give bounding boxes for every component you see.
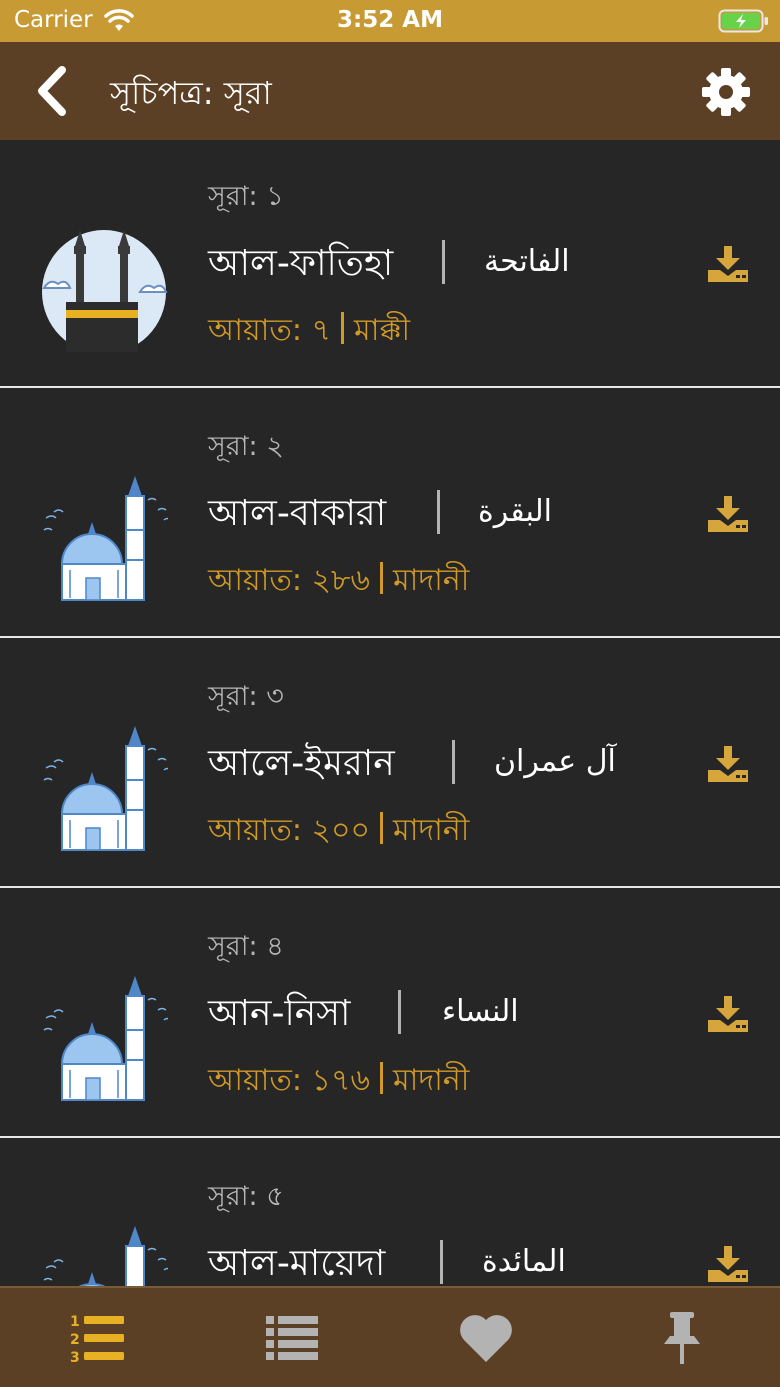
sura-number: সূরা: ৪ (208, 931, 284, 962)
list-item[interactable]: সূরা: ৪ আন-নিসা النساء আয়াত: ১৭৬ মাদানী (0, 890, 780, 1138)
divider (437, 490, 440, 534)
sura-name: আন-নিসা (208, 993, 351, 1034)
sura-name: আল-মায়েদা (208, 1243, 386, 1284)
divider (452, 740, 455, 784)
sura-number: সূরা: ২ (208, 431, 284, 462)
tab-bar: 1 2 3 (0, 1286, 780, 1387)
kaaba-icon (42, 230, 168, 352)
revelation-type: মাদানী (393, 563, 470, 598)
sura-arabic-name: آل عمران (494, 744, 616, 779)
heart-icon[interactable] (456, 1308, 516, 1368)
sura-list[interactable]: সূরা: ১ আল-ফাতিহা الفاتحة আয়াত: ৭ মাক্কী (0, 140, 780, 1286)
ayat-count: আয়াত: ৭ (208, 313, 332, 348)
back-button[interactable] (28, 64, 78, 118)
sura-meta: আয়াত: ১৭৬ মাদানী (208, 1056, 469, 1107)
sura-meta: আয়াত: ২৮৬ মাদানী (208, 556, 469, 607)
sura-meta: আয়াত: ২০০ মাদানী (208, 806, 469, 857)
ayat-count: আয়াত: ১৭৬ (208, 1063, 370, 1098)
divider (380, 1062, 383, 1094)
status-time: 3:52 AM (337, 7, 443, 33)
sura-number: সূরা: ৫ (208, 1181, 284, 1212)
page-title: সূচিপত্র: সূরা (110, 74, 272, 112)
revelation-type: মাদানী (393, 1063, 470, 1098)
divider (380, 812, 384, 844)
list-item[interactable]: সূরা: ৫ আল-মায়েদা المائدة (0, 1140, 780, 1286)
download-icon[interactable] (706, 744, 750, 784)
numbered-list-icon[interactable]: 1 2 3 (68, 1308, 128, 1368)
sura-number: সূরা: ১ (208, 181, 284, 212)
gear-icon[interactable] (700, 66, 752, 118)
sura-name: আল-ফাতিহা (208, 243, 394, 284)
download-icon[interactable] (706, 494, 750, 534)
list-icon[interactable] (262, 1308, 322, 1368)
sura-arabic-name: البقرة (478, 494, 552, 529)
sura-meta: আয়াত: ৭ মাক্কী (208, 306, 410, 357)
battery-icon (718, 9, 768, 33)
revelation-type: মাদানী (393, 813, 470, 848)
download-icon[interactable] (706, 244, 750, 284)
mosque-icon (43, 726, 168, 851)
mosque-icon (43, 976, 168, 1101)
svg-text:3: 3 (70, 1350, 80, 1366)
pin-icon[interactable] (652, 1308, 712, 1368)
svg-text:1: 1 (70, 1314, 80, 1330)
list-item[interactable]: সূরা: ৩ আলে-ইমরান آل عمران আয়াত: ২০০ মাদ… (0, 640, 780, 888)
divider (398, 990, 401, 1034)
list-item[interactable]: সূরা: ২ আল-বাকারা البقرة আয়াত: ২৮৬ মাদান… (0, 390, 780, 638)
download-icon[interactable] (706, 994, 750, 1034)
divider (341, 312, 345, 344)
divider (442, 240, 445, 284)
sura-arabic-name: النساء (442, 994, 519, 1029)
ayat-count: আয়াত: ২০০ (208, 813, 371, 848)
sura-name: আলে-ইমরান (208, 743, 395, 784)
divider (380, 562, 383, 594)
mosque-icon (43, 1226, 168, 1286)
sura-name: আল-বাকারা (208, 493, 387, 534)
svg-text:2: 2 (70, 1332, 80, 1348)
sura-number: সূরা: ৩ (208, 681, 284, 712)
divider (440, 1240, 443, 1284)
status-bar: Carrier 3:52 AM (0, 0, 780, 42)
sura-arabic-name: الفاتحة (484, 244, 570, 279)
ayat-count: আয়াত: ২৮৬ (208, 563, 370, 598)
mosque-icon (43, 476, 168, 601)
revelation-type: মাক্কী (354, 313, 411, 348)
download-icon[interactable] (706, 1244, 750, 1284)
list-item[interactable]: সূরা: ১ আল-ফাতিহা الفاتحة আয়াত: ৭ মাক্কী (0, 140, 780, 388)
sura-arabic-name: المائدة (482, 1244, 566, 1279)
nav-bar: সূচিপত্র: সূরা (0, 42, 780, 140)
